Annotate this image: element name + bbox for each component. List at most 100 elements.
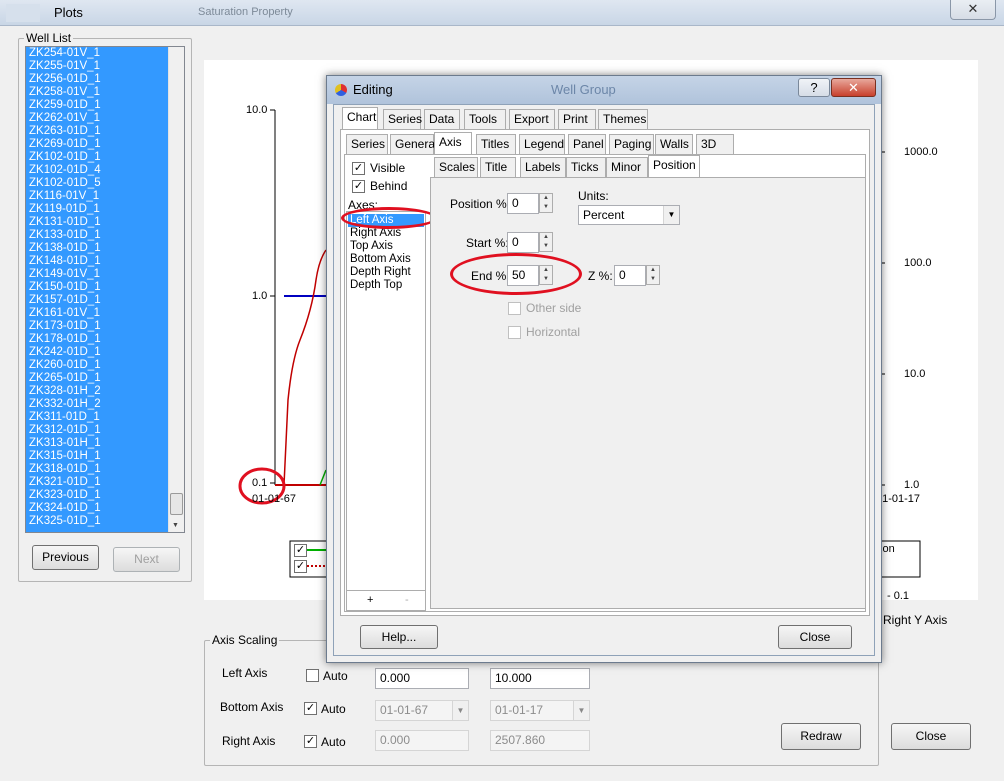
bottom-axis-min-combo[interactable]: 01-01-67 ▼	[375, 700, 469, 721]
axes-listbox[interactable]: Left Axis Right Axis Top Axis Bottom Axi…	[346, 211, 426, 611]
well-list-item[interactable]: ZK311-01D_1	[26, 411, 169, 424]
right-axis-min-field[interactable]: 0.000	[375, 730, 469, 751]
well-list-item[interactable]: ZK157-01D_1	[26, 294, 169, 307]
help-question-button[interactable]: ?	[798, 78, 830, 97]
tab-chart[interactable]: Chart	[342, 107, 378, 129]
start-percent-field[interactable]: 0	[507, 232, 539, 253]
dialog-close-x-button[interactable]: ✕	[831, 78, 876, 97]
well-list-item[interactable]: ZK325-01D_1	[26, 515, 169, 528]
well-list-item[interactable]: ZK254-01V_1	[26, 47, 169, 60]
well-list-item[interactable]: ZK102-01D_5	[26, 177, 169, 190]
left-axis-min-field[interactable]: 0.000	[375, 668, 469, 689]
tab-title[interactable]: Title	[480, 157, 516, 177]
axes-item-top[interactable]: Top Axis	[350, 240, 393, 253]
well-list-item[interactable]: ZK318-01D_1	[26, 463, 169, 476]
well-list-scrollbar[interactable]: ▼	[168, 47, 184, 532]
well-list-item[interactable]: ZK324-01D_1	[26, 502, 169, 515]
well-list-item[interactable]: ZK242-01D_1	[26, 346, 169, 359]
other-side-checkbox[interactable]	[508, 302, 521, 315]
editing-dialog[interactable]: Editing Well Group ? ✕ Chart Series Data…	[326, 75, 882, 663]
well-list-item[interactable]: ZK328-01H_2	[26, 385, 169, 398]
well-list-item[interactable]: ZK269-01D_1	[26, 138, 169, 151]
tab-themes[interactable]: Themes	[598, 109, 648, 129]
bottom-axis-max-combo[interactable]: 01-01-17 ▼	[490, 700, 590, 721]
well-list-item[interactable]: ZK262-01V_1	[26, 112, 169, 125]
well-list-items[interactable]: ZK254-01V_1 ZK255-01V_1 ZK256-01D_1 ZK258-0…	[26, 47, 169, 532]
tab-walls[interactable]: Walls	[655, 134, 693, 154]
well-list-item[interactable]: ZK116-01V_1	[26, 190, 169, 203]
tab-labels[interactable]: Labels	[520, 157, 566, 177]
chevron-down-icon[interactable]: ▼	[663, 206, 679, 224]
tab-ticks[interactable]: Ticks	[566, 157, 606, 177]
visible-checkbox[interactable]: ✓	[352, 162, 365, 175]
well-list-item[interactable]: ZK102-01D_4	[26, 164, 169, 177]
bottom-axis-auto-checkbox[interactable]: ✓	[304, 702, 317, 715]
well-list[interactable]: ZK254-01V_1 ZK255-01V_1 ZK256-01D_1 ZK258-0…	[25, 46, 185, 533]
main-close-button[interactable]: ✕	[950, 0, 996, 20]
well-list-item[interactable]: ZK323-01D_1	[26, 489, 169, 502]
tab-minor[interactable]: Minor	[606, 157, 648, 177]
right-axis-auto-checkbox[interactable]: ✓	[304, 735, 317, 748]
well-list-item[interactable]: ZK119-01D_1	[26, 203, 169, 216]
well-list-item[interactable]: ZK313-01H_1	[26, 437, 169, 450]
help-button[interactable]: Help...	[360, 625, 438, 649]
well-list-item[interactable]: ZK258-01V_1	[26, 86, 169, 99]
axes-item-depth-top[interactable]: Depth Top	[350, 279, 402, 292]
legend-check-2[interactable]: ✓	[294, 560, 307, 573]
dialog-close-button[interactable]: Close	[778, 625, 852, 649]
tab-scales[interactable]: Scales	[434, 157, 478, 177]
axes-item-bottom[interactable]: Bottom Axis	[350, 253, 411, 266]
main-close-bottom-button[interactable]: Close	[891, 723, 971, 750]
behind-checkbox[interactable]: ✓	[352, 180, 365, 193]
well-list-item[interactable]: ZK131-01D_1	[26, 216, 169, 229]
well-list-item[interactable]: ZK148-01D_1	[26, 255, 169, 268]
well-list-item[interactable]: ZK149-01V_1	[26, 268, 169, 281]
well-list-item[interactable]: ZK178-01D_1	[26, 333, 169, 346]
well-list-item[interactable]: ZK173-01D_1	[26, 320, 169, 333]
previous-button[interactable]: Previous	[32, 545, 99, 570]
tab-series[interactable]: Series	[383, 109, 422, 129]
well-list-item[interactable]: ZK133-01D_1	[26, 229, 169, 242]
tab-3d[interactable]: 3D	[696, 134, 734, 154]
tab-legend[interactable]: Legend	[519, 134, 565, 154]
left-axis-max-field[interactable]: 10.000	[490, 668, 590, 689]
next-button[interactable]: Next	[113, 547, 180, 572]
tab-titles[interactable]: Titles	[476, 134, 516, 154]
left-axis-auto-checkbox[interactable]	[306, 669, 319, 682]
z-spinner[interactable]: ▲ ▼	[646, 265, 660, 285]
add-axis-button[interactable]: +	[367, 594, 373, 606]
tab-export[interactable]: Export	[509, 109, 555, 129]
start-spinner[interactable]: ▲ ▼	[539, 232, 553, 252]
well-list-item[interactable]: ZK102-01D_1	[26, 151, 169, 164]
well-list-item[interactable]: ZK332-01H_2	[26, 398, 169, 411]
well-list-item[interactable]: ZK260-01D_1	[26, 359, 169, 372]
tab-axis[interactable]: Axis	[434, 132, 472, 154]
z-percent-field[interactable]: 0	[614, 265, 646, 286]
well-list-item[interactable]: ZK138-01D_1	[26, 242, 169, 255]
position-spinner[interactable]: ▲ ▼	[539, 193, 553, 213]
tab-data[interactable]: Data	[424, 109, 460, 129]
well-list-item[interactable]: ZK255-01V_1	[26, 60, 169, 73]
tab-tools[interactable]: Tools	[464, 109, 506, 129]
axes-item-depth-right[interactable]: Depth Right	[350, 266, 411, 279]
chevron-down-icon[interactable]: ▼	[452, 701, 468, 720]
well-list-item[interactable]: ZK263-01D_1	[26, 125, 169, 138]
well-list-item[interactable]: ZK321-01D_1	[26, 476, 169, 489]
well-list-item[interactable]: ZK265-01D_1	[26, 372, 169, 385]
legend-check-1[interactable]: ✓	[294, 544, 307, 557]
well-list-item[interactable]: ZK150-01D_1	[26, 281, 169, 294]
tab-paging[interactable]: Paging	[609, 134, 654, 154]
chevron-down-icon[interactable]: ▼	[573, 701, 589, 720]
well-list-item[interactable]: ZK259-01D_1	[26, 99, 169, 112]
tab-general[interactable]: General	[390, 134, 438, 154]
scrollbar-thumb[interactable]	[170, 493, 183, 515]
tab-panel[interactable]: Panel	[568, 134, 606, 154]
well-list-item[interactable]: ZK256-01D_1	[26, 73, 169, 86]
tab-series-sub[interactable]: Series	[346, 134, 388, 154]
tab-print[interactable]: Print	[558, 109, 596, 129]
tab-position[interactable]: Position	[648, 155, 700, 177]
position-percent-field[interactable]: 0	[507, 193, 539, 214]
redraw-button[interactable]: Redraw	[781, 723, 861, 750]
well-list-item[interactable]: ZK315-01H_1	[26, 450, 169, 463]
horizontal-checkbox[interactable]	[508, 326, 521, 339]
